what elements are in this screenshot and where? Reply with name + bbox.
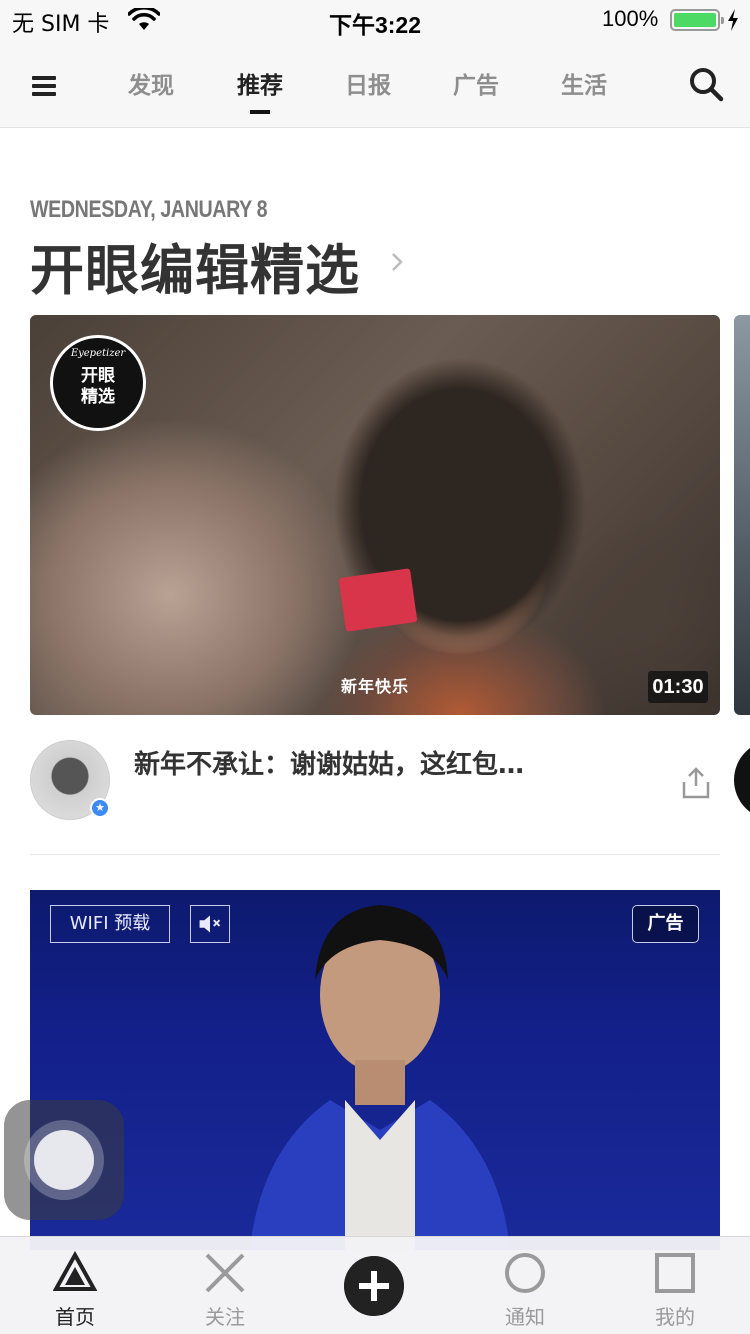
profile-square-icon bbox=[655, 1253, 695, 1293]
add-plus-icon[interactable] bbox=[344, 1256, 404, 1316]
badge-text: 开眼 精选 bbox=[53, 366, 143, 408]
charging-icon bbox=[728, 9, 738, 31]
top-nav: 发现 推荐 日报 广告 生活 bbox=[0, 40, 750, 128]
next-author-avatar[interactable] bbox=[734, 740, 750, 820]
tab-discover[interactable]: 发现 bbox=[116, 66, 186, 100]
ad-video[interactable]: WIFI 预载 广告 bbox=[30, 890, 720, 1250]
video-thumbnail[interactable]: Eyepetizer 开眼 精选 新年快乐 01:30 bbox=[30, 315, 720, 715]
badge-line-1: 开眼 bbox=[81, 366, 115, 386]
tab-life[interactable]: 生活 bbox=[549, 66, 619, 100]
menu-icon[interactable] bbox=[32, 76, 56, 96]
battery-percent: 100% bbox=[602, 6, 659, 31]
next-video-thumbnail[interactable] bbox=[734, 315, 750, 715]
red-envelope-image bbox=[338, 568, 418, 632]
tab-ads[interactable]: 广告 bbox=[441, 66, 511, 100]
assistive-touch-button[interactable] bbox=[4, 1100, 124, 1220]
tab-home-label: 首页 bbox=[55, 1305, 95, 1329]
battery-icon bbox=[670, 9, 724, 31]
tab-daily[interactable]: 日报 bbox=[333, 66, 403, 100]
search-icon[interactable] bbox=[688, 66, 724, 102]
tab-follow-label: 关注 bbox=[205, 1305, 245, 1329]
notification-circle-icon bbox=[505, 1253, 545, 1293]
tab-follow[interactable]: 关注 bbox=[175, 1237, 275, 1334]
section-title[interactable]: 开眼编辑精选 bbox=[30, 226, 360, 305]
chevron-right-icon[interactable] bbox=[390, 250, 404, 274]
video-title[interactable]: 新年不承让：谢谢姑姑，这红包… bbox=[134, 744, 524, 781]
badge-line-2: 精选 bbox=[81, 387, 115, 407]
verified-icon: ★ bbox=[90, 798, 110, 818]
ad-label: 广告 bbox=[632, 905, 699, 943]
tab-home[interactable]: 首页 bbox=[25, 1237, 125, 1334]
follow-x-icon bbox=[205, 1253, 245, 1293]
share-icon[interactable] bbox=[680, 766, 712, 800]
video-subtitle: 新年快乐 bbox=[340, 677, 409, 696]
mute-icon[interactable] bbox=[190, 905, 230, 943]
video-duration: 01:30 bbox=[648, 671, 708, 703]
date-label: WEDNESDAY, JANUARY 8 bbox=[30, 196, 268, 223]
tab-profile[interactable]: 我的 bbox=[625, 1237, 725, 1334]
wifi-preload-tag: WIFI 预载 bbox=[50, 905, 170, 943]
active-tab-indicator bbox=[250, 110, 270, 114]
status-bar: 无 SIM 卡 下午3:22 100% bbox=[0, 0, 750, 40]
tab-notifications[interactable]: 通知 bbox=[475, 1237, 575, 1334]
ad-person-image bbox=[250, 905, 510, 1250]
tab-profile-label: 我的 bbox=[655, 1305, 695, 1329]
divider bbox=[30, 854, 720, 855]
badge-brand: Eyepetizer bbox=[70, 348, 126, 359]
home-triangle-icon bbox=[53, 1251, 97, 1291]
editor-pick-badge: Eyepetizer 开眼 精选 bbox=[50, 335, 146, 431]
tab-recommend[interactable]: 推荐 bbox=[225, 66, 295, 100]
tab-notifications-label: 通知 bbox=[505, 1305, 545, 1329]
